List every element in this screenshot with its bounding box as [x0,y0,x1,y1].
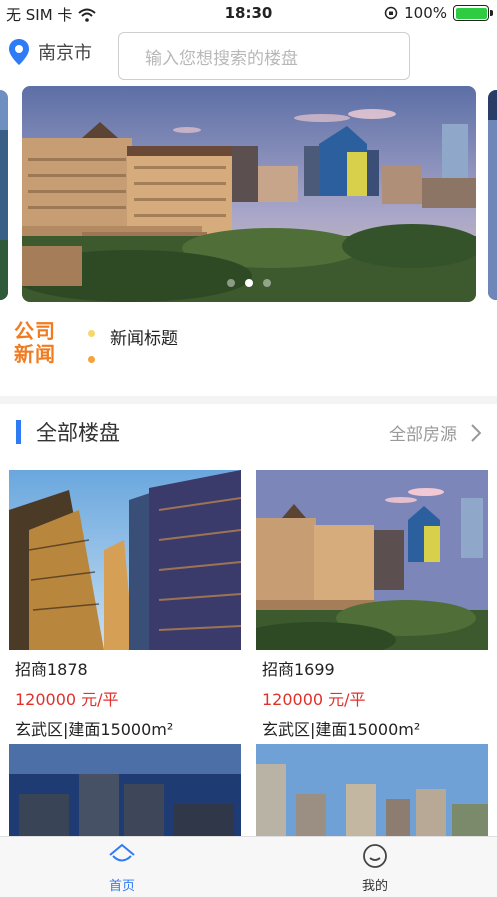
listing-name: 招商1878 [15,660,88,679]
location-pin-icon [9,39,29,65]
company-news[interactable]: 公司 新闻 新闻标题 [0,316,497,386]
listing-image [9,744,241,836]
tab-home[interactable]: 首页 [62,843,182,894]
listing-info: 玄武区|建面15000m² [262,720,421,739]
listing-image [256,744,488,836]
news-title[interactable]: 新闻标题 [110,324,178,349]
chevron-right-icon [471,423,481,442]
carousel-dot[interactable] [262,279,271,287]
listing-card[interactable]: 招商1878 120000 元/平 玄武区|建面15000m² [9,470,241,740]
news-logo-line1: 公司 [14,319,56,343]
carousel-indicator [0,279,497,287]
listing-card[interactable] [9,744,241,836]
news-bullet [88,356,95,363]
location-selector[interactable]: 南京市 [8,38,92,66]
banner-carousel[interactable] [0,86,497,302]
carousel-prev-slide[interactable] [0,90,8,300]
battery-icon [453,5,493,21]
section-accent-bar [16,420,21,444]
listing-name: 招商1699 [262,660,335,679]
carousel-slide[interactable] [22,86,476,302]
tab-home-label: 首页 [108,879,135,894]
bottom-tab-bar: 首页 我的 [0,836,497,897]
section-divider [0,396,497,404]
city-label: 南京市 [38,43,92,64]
search-input[interactable]: 输入您想搜索的楼盘 [118,32,410,80]
status-right: 100% [384,4,493,22]
listing-price: 120000 元/平 [15,690,119,709]
news-logo-line2: 新闻 [14,342,56,366]
listing-card[interactable]: 招商1699 120000 元/平 玄武区|建面15000m² [256,470,488,740]
city-photo-image [0,90,8,300]
listing-image [256,470,488,650]
orientation-lock-icon [384,6,398,20]
tab-mine-label: 我的 [361,879,388,894]
status-bar: 无 SIM 卡 18:30 100% [0,0,497,26]
listing-image [9,470,241,650]
header: 南京市 输入您想搜索的楼盘 [0,28,497,84]
company-news-logo: 公司 新闻 [14,320,74,366]
carousel-dot[interactable] [226,279,235,287]
home-icon [109,843,135,862]
listing-price: 120000 元/平 [262,690,366,709]
all-listings-label: 全部房源 [389,425,457,445]
carousel-dot-active[interactable] [244,279,253,287]
battery-percent: 100% [404,4,447,22]
listing-card[interactable] [256,744,488,836]
carousel-next-slide[interactable] [488,90,497,300]
section-title: 全部楼盘 [36,421,120,445]
news-bullet [88,330,95,337]
listings-section-header: 全部楼盘 全部房源 [0,410,497,454]
listing-info: 玄武区|建面15000m² [15,720,174,739]
city-photo-image [488,90,497,300]
smiley-icon [363,844,387,868]
all-listings-link[interactable]: 全部房源 [389,420,481,445]
tab-mine[interactable]: 我的 [315,843,435,894]
city-skyline-image [22,86,476,302]
